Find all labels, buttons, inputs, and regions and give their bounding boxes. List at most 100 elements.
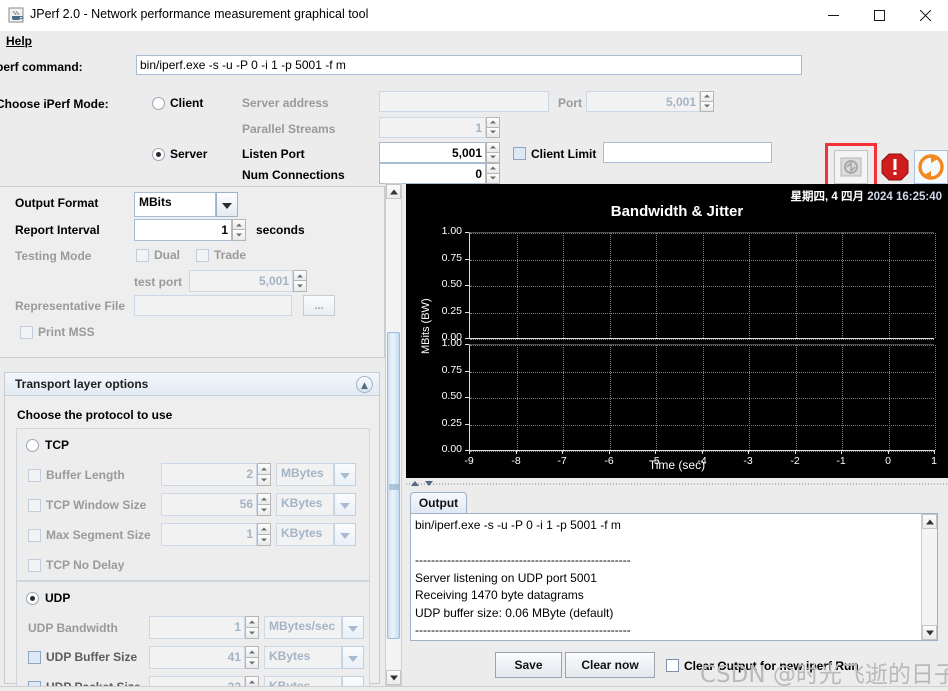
report-interval-value[interactable]: 1 [134,219,232,241]
buffer-length-down[interactable] [257,474,271,486]
scroll-down-button[interactable] [386,670,401,685]
report-interval-up[interactable] [232,219,246,230]
radio-tcp[interactable] [26,439,39,452]
client-limit-checkbox[interactable] [513,147,526,160]
listen-port-up[interactable] [486,142,500,153]
max-segment-size-up[interactable] [257,523,271,535]
tcp-window-size-up[interactable] [257,493,271,505]
parallel-streams-spinner[interactable]: 1 [379,117,500,138]
ytick-mark [465,371,469,372]
num-connections-down[interactable] [486,173,500,184]
test-port-value[interactable]: 5,001 [189,270,293,292]
tcp-window-size-spinner[interactable]: 56 [161,493,271,516]
max-segment-size-checkbox[interactable] [28,529,41,542]
minimize-button[interactable] [810,0,856,30]
buffer-length-up[interactable] [257,463,271,475]
left-panel-scrollbar[interactable] [385,183,402,686]
udp-bandwidth-down[interactable] [245,627,259,639]
report-interval-spinner[interactable]: 1 [134,219,246,241]
port-spinner[interactable]: 5,001 [586,91,714,112]
buffer-length-checkbox[interactable] [28,469,41,482]
clear-output-checkbox[interactable] [666,659,679,672]
udp-buffer-size-unit-combo[interactable]: KBytes [264,646,364,669]
tcp-window-size-value[interactable]: 56 [161,493,257,516]
collapse-transport-button[interactable]: ▲ [356,376,373,393]
udp-buffer-size-up[interactable] [245,646,259,658]
max-segment-size-spinner[interactable]: 1 [161,523,271,546]
tcp-window-size-down[interactable] [257,504,271,516]
stop-button[interactable] [880,152,910,182]
test-port-up[interactable] [293,270,307,281]
dual-checkbox[interactable] [136,249,149,262]
tab-output[interactable]: Output [410,492,467,513]
buffer-length-unit-combo[interactable]: MBytes [276,463,356,486]
listen-port-spinner[interactable]: 5,001 [379,142,500,163]
num-connections-spinner[interactable]: 0 [379,163,500,184]
chevron-down-icon[interactable] [342,646,364,669]
udp-bandwidth-unit-combo[interactable]: MBytes/sec [264,616,364,639]
server-address-input[interactable] [379,91,549,112]
buffer-length-spinner[interactable]: 2 [161,463,271,486]
radio-udp[interactable] [26,592,39,605]
trade-checkbox[interactable] [196,249,209,262]
max-segment-size-unit-combo[interactable]: KBytes [276,523,356,546]
scroll-up-button[interactable] [386,184,401,199]
output-scroll-up-button[interactable] [922,514,937,529]
udp-buffer-size-down[interactable] [245,657,259,669]
max-segment-size-down[interactable] [257,534,271,546]
udp-buffer-size-checkbox[interactable] [28,651,41,664]
browse-button[interactable]: ... [303,295,335,316]
tcp-window-size-checkbox[interactable] [28,499,41,512]
maximize-button[interactable] [856,0,902,30]
test-port-down[interactable] [293,281,307,292]
chevron-down-icon[interactable] [342,616,364,639]
test-port-spinner[interactable]: 5,001 [189,270,307,292]
output-format-value: MBits [134,192,216,217]
chevron-down-icon[interactable] [334,493,356,516]
restart-button[interactable] [914,150,948,184]
num-connections-value[interactable]: 0 [379,163,486,184]
chevron-down-icon[interactable] [216,192,238,217]
representative-file-input[interactable] [134,295,292,316]
output-console[interactable]: bin/iperf.exe -s -u -P 0 -i 1 -p 5001 -f… [410,513,938,641]
udp-bandwidth-value[interactable]: 1 [149,616,245,639]
listen-port-value[interactable]: 5,001 [379,142,486,163]
scrollbar-thumb[interactable] [387,332,400,639]
output-scroll-down-button[interactable] [922,625,937,640]
tcp-no-delay-checkbox[interactable] [28,559,41,572]
client-limit-input[interactable] [603,142,772,163]
chevron-down-icon[interactable] [334,523,356,546]
save-button[interactable]: Save [495,652,562,678]
splitter-down-icon[interactable] [425,480,433,486]
udp-buffer-size-spinner[interactable]: 41 [149,646,259,669]
port-spinner-down[interactable] [700,101,714,112]
listen-port-down[interactable] [486,152,500,163]
print-mss-checkbox[interactable] [20,326,33,339]
menu-item-help[interactable]: Help [2,33,36,49]
max-segment-size-value[interactable]: 1 [161,523,257,546]
udp-bandwidth-up[interactable] [245,616,259,628]
report-interval-down[interactable] [232,230,246,241]
tcp-window-size-unit-combo[interactable]: KBytes [276,493,356,516]
run-button[interactable] [834,150,868,184]
port-spinner-up[interactable] [700,91,714,102]
close-button[interactable] [902,0,948,30]
radio-server[interactable] [152,148,165,161]
iperf-command-input[interactable] [136,55,802,75]
udp-buffer-size-value[interactable]: 41 [149,646,245,669]
buffer-length-value[interactable]: 2 [161,463,257,486]
chart-output-splitter[interactable] [406,478,948,489]
splitter-up-icon[interactable] [411,480,419,486]
parallel-streams-down[interactable] [486,127,500,138]
ytick-label: 1.00 [441,337,462,349]
parallel-streams-up[interactable] [486,117,500,128]
parallel-streams-value[interactable]: 1 [379,117,486,138]
radio-client[interactable] [152,97,165,110]
num-connections-up[interactable] [486,163,500,174]
clear-now-button[interactable]: Clear now [565,652,655,678]
chevron-down-icon[interactable] [334,463,356,486]
udp-bandwidth-spinner[interactable]: 1 [149,616,259,639]
port-value[interactable]: 5,001 [586,91,700,112]
output-scrollbar[interactable] [921,514,937,640]
output-format-combo[interactable]: MBits [134,192,238,217]
